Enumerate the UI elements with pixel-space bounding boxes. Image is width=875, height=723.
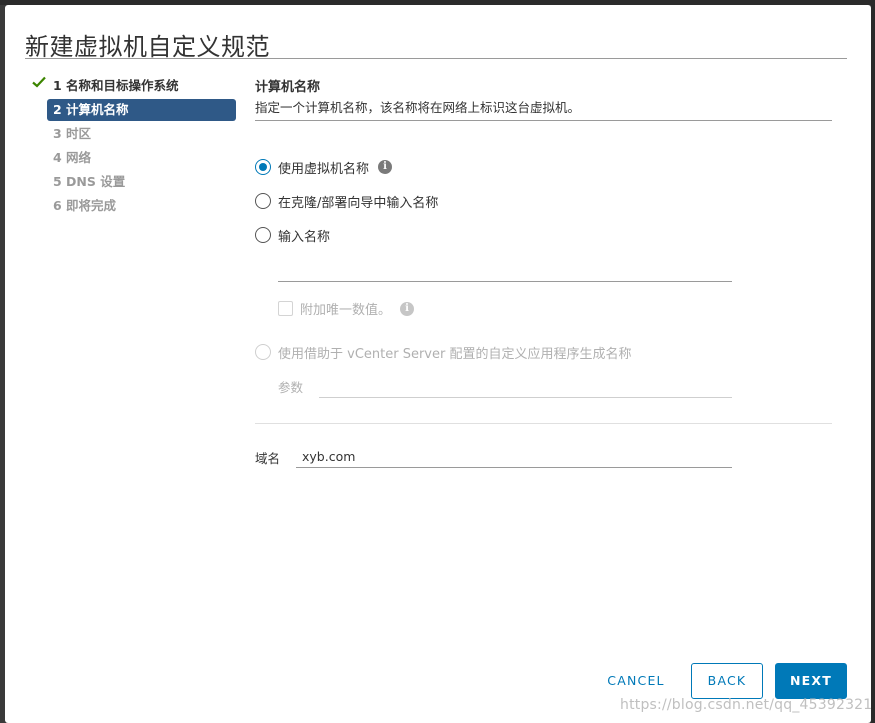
domain-label: 域名 [255,451,281,466]
step-time-zone: 3 时区 [53,126,92,141]
enter-in-wizard-radio[interactable] [255,193,271,209]
computer-name-input[interactable] [278,260,732,282]
use-vm-name-label: 使用虚拟机名称 [278,161,370,177]
step-dns-settings: 5 DNS 设置 [53,174,126,189]
step-network: 4 网络 [53,150,92,165]
step-ready-to-complete: 6 即将完成 [53,198,117,213]
section-divider [255,120,832,121]
window-edge [871,5,875,723]
info-icon[interactable]: i [378,160,393,174]
option-use-vm-name[interactable]: 使用虚拟机名称 i [255,157,393,177]
option-enter-in-wizard[interactable]: 在克隆/部署向导中输入名称 [255,191,438,211]
parameter-label: 参数 [278,380,304,395]
option-vcenter-app: 使用借助于 vCenter Server 配置的自定义应用程序生成名称 [255,342,631,362]
check-icon [32,76,46,88]
section-description: 指定一个计算机名称，该名称将在网络上标识这台虚拟机。 [255,100,581,115]
step-computer-name[interactable]: 2 计算机名称 [47,99,236,121]
watermark-text: https://blog.csdn.net/qq_45392321 [620,697,873,713]
vcenter-app-label: 使用借助于 vCenter Server 配置的自定义应用程序生成名称 [278,346,632,362]
next-button[interactable]: NEXT [775,663,847,699]
dialog-title: 新建虚拟机自定义规范 [25,33,270,61]
use-vm-name-radio[interactable] [255,159,271,175]
option-enter-name[interactable]: 输入名称 [255,225,330,245]
append-unique-label: 附加唯一数值。 [300,303,392,318]
back-button[interactable]: BACK [691,663,763,699]
content-divider [255,423,832,424]
section-title: 计算机名称 [255,80,321,95]
append-unique-checkbox [278,301,293,316]
domain-input[interactable] [296,445,732,468]
cancel-button[interactable]: CANCEL [598,663,674,699]
vcenter-app-radio [255,344,271,360]
enter-name-radio[interactable] [255,227,271,243]
customization-spec-dialog: 新建虚拟机自定义规范 1 名称和目标操作系统 2 计算机名称 3 时区 4 网络… [5,5,871,723]
parameter-input [319,376,732,398]
append-unique-row: 附加唯一数值。 i [278,299,415,318]
title-divider [25,58,847,59]
enter-name-label: 输入名称 [278,229,331,245]
info-icon: i [400,301,415,316]
step-name-and-os[interactable]: 1 名称和目标操作系统 [47,75,236,97]
enter-in-wizard-label: 在克隆/部署向导中输入名称 [278,195,439,211]
